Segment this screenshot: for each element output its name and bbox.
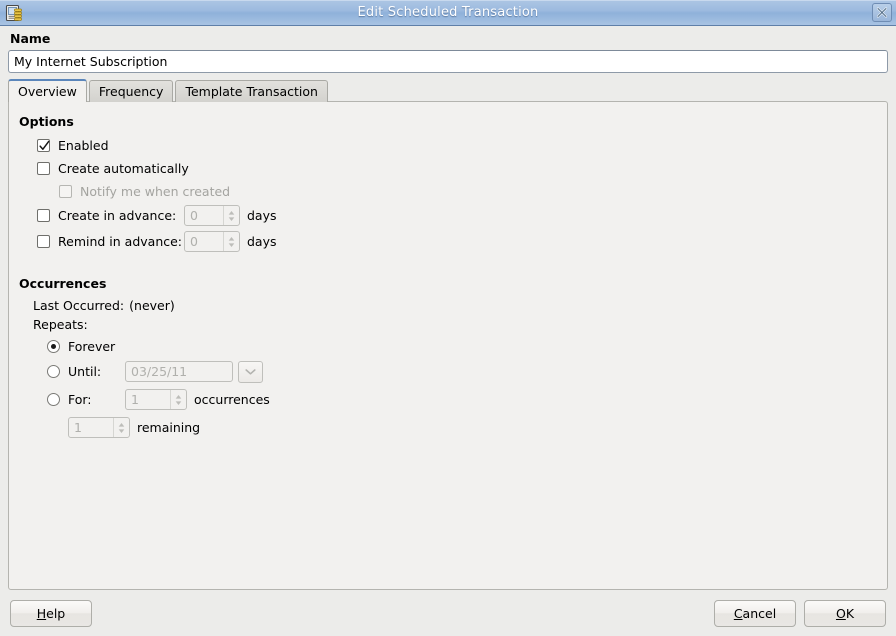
edit-scheduled-transaction-dialog: Edit Scheduled Transaction Name Overview… [0,0,896,636]
create-in-advance-label: Create in advance: [58,208,177,223]
tab-frequency[interactable]: Frequency [88,80,174,102]
option-create-automatically-row: Create automatically [37,157,877,179]
occurrences-count-stepper[interactable] [170,390,186,409]
cancel-button-label: ancel [742,605,777,621]
tab-template-transaction-label: Template Transaction [185,84,318,99]
forever-radio[interactable] [47,339,60,353]
options-heading: Options [19,114,74,129]
repeat-until-row: Until: 03/25/11 [47,359,877,384]
last-occurred-value: (never) [129,297,175,313]
help-button[interactable]: Help [10,599,92,627]
help-button-mnemonic: H [36,605,47,621]
chevron-down-icon[interactable] [238,360,263,383]
repeat-options: Forever Until: 03/25/11 For: 1 occurrenc… [47,335,877,440]
window-title: Edit Scheduled Transaction [357,5,539,20]
remind-in-advance-unit: days [247,234,277,249]
remaining-spinner[interactable]: 1 [68,417,130,438]
create-automatically-checkbox[interactable] [37,161,50,175]
ok-button[interactable]: OK [804,599,886,627]
last-occurred-label: Last Occurred: [33,297,125,313]
forever-label: Forever [68,338,116,354]
repeat-forever-row: Forever [47,335,877,357]
last-occurred-row: Last Occurred: (never) [33,296,877,314]
for-radio[interactable] [47,393,60,406]
remind-in-advance-value: 0 [190,234,198,249]
titlebar: Edit Scheduled Transaction [0,0,896,26]
tab-frequency-label: Frequency [98,84,164,99]
repeat-remaining-row: 1 remaining [68,415,877,440]
scheduled-transaction-icon [5,4,23,22]
remind-in-advance-label: Remind in advance: [58,234,183,249]
create-in-advance-value: 0 [190,208,198,223]
ok-button-mnemonic: O [835,605,846,621]
occurrences-group: Last Occurred: (never) Repeats: Forever … [33,296,877,440]
option-notify-me-row: Notify me when created [59,180,877,202]
confirm-button-group: Cancel OK [714,599,886,627]
dialog-action-bar: Help Cancel OK [0,590,896,636]
occurrences-count-unit: occurrences [194,392,270,407]
remind-in-advance-spinner[interactable]: 0 [184,231,240,252]
repeats-label: Repeats: [33,316,88,332]
cancel-button[interactable]: Cancel [714,599,796,627]
tab-overview-label: Overview [18,84,77,99]
occurrences-count-value: 1 [131,392,139,407]
name-section: Name [0,26,896,73]
overview-tab-panel: Options Enabled Create automatically Not… [8,101,888,590]
remind-in-advance-stepper[interactable] [223,232,239,251]
tab-overview[interactable]: Overview [8,79,87,102]
option-remind-in-advance-row: Remind in advance: 0 days [37,229,877,254]
create-automatically-label: Create automatically [58,160,189,176]
remind-in-advance-checkbox[interactable] [37,235,50,248]
create-in-advance-checkbox[interactable] [37,209,50,222]
ok-button-label: K [845,605,855,621]
name-label: Name [10,31,51,46]
notify-me-checkbox [59,184,72,198]
for-label: For: [68,392,92,407]
repeat-for-row: For: 1 occurrences [47,387,877,412]
remaining-stepper[interactable] [113,418,129,437]
enabled-label: Enabled [58,137,109,153]
enabled-checkbox[interactable] [37,138,50,152]
options-group: Enabled Create automatically Notify me w… [37,134,877,254]
create-in-advance-spinner[interactable]: 0 [184,205,240,226]
until-radio[interactable] [47,365,60,378]
notify-me-label: Notify me when created [80,183,231,199]
repeats-row: Repeats: [33,315,877,333]
occurrences-count-spinner[interactable]: 1 [125,389,187,410]
until-label: Until: [68,364,102,379]
create-in-advance-stepper[interactable] [223,206,239,225]
cancel-button-mnemonic: C [733,605,743,621]
occurrences-heading: Occurrences [19,276,107,291]
create-in-advance-unit: days [247,208,277,223]
remaining-value: 1 [74,420,82,435]
remaining-label: remaining [137,420,201,435]
option-create-in-advance-row: Create in advance: 0 days [37,203,877,228]
tab-bar: Overview Frequency Template Transaction [8,79,896,102]
close-icon[interactable] [872,3,892,22]
name-input[interactable] [8,50,888,73]
until-date-input[interactable]: 03/25/11 [125,361,233,382]
help-button-label: elp [46,605,66,621]
option-enabled-row: Enabled [37,134,877,156]
tab-template-transaction[interactable]: Template Transaction [175,80,328,102]
